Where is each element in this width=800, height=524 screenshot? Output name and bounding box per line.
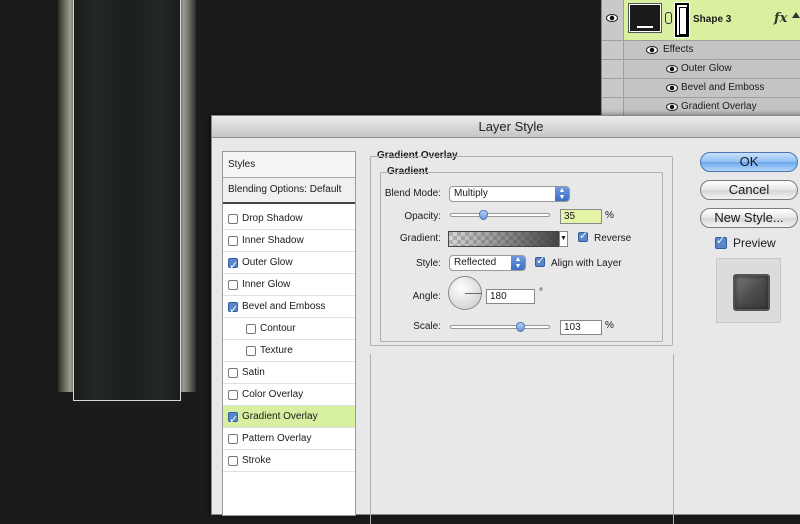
canvas-shape[interactable]	[73, 0, 181, 401]
preview-checkbox[interactable]	[715, 234, 727, 249]
align-with-layer-label: Align with Layer	[551, 258, 622, 269]
style-item-checkbox[interactable]	[228, 390, 238, 400]
style-item-color-overlay[interactable]: Color Overlay	[223, 384, 355, 406]
gradient-label: Gradient:	[399, 233, 441, 244]
scale-label: Scale:	[413, 321, 441, 332]
opacity-slider[interactable]	[450, 210, 550, 220]
style-item-bevel-and-emboss[interactable]: Bevel and Emboss	[223, 296, 355, 321]
gradient-overlay-settings: Gradient Overlay Gradient Blend Mode: Mu…	[370, 149, 674, 346]
effect-label: Outer Glow	[681, 63, 732, 74]
style-item-checkbox[interactable]	[228, 299, 238, 321]
blend-mode-value: Multiply	[454, 188, 488, 199]
style-item-label: Drop Shadow	[242, 213, 303, 224]
scroll-up-arrow-icon[interactable]	[792, 12, 800, 18]
style-item-label: Inner Glow	[242, 279, 291, 290]
style-item-checkbox[interactable]	[228, 255, 238, 277]
style-item-inner-glow[interactable]: Inner Glow	[223, 274, 355, 296]
blending-options-item[interactable]: Blending Options: Default	[223, 178, 355, 204]
style-item-label: Bevel and Emboss	[242, 301, 326, 312]
style-item-gradient-overlay[interactable]: Gradient Overlay	[223, 406, 355, 431]
preview-label: Preview	[733, 236, 776, 250]
dialog-title[interactable]: Layer Style	[212, 116, 800, 138]
reverse-label: Reverse	[594, 233, 632, 244]
style-item-label: Texture	[260, 345, 293, 356]
style-item-checkbox[interactable]	[246, 324, 256, 334]
fx-icon[interactable]: fx	[774, 11, 787, 26]
style-item-checkbox[interactable]	[228, 280, 238, 290]
angle-dial[interactable]	[448, 276, 482, 310]
style-item-stroke[interactable]: Stroke	[223, 450, 355, 472]
style-item-label: Outer Glow	[242, 257, 293, 268]
angle-input[interactable]: 180	[486, 289, 535, 304]
style-item-label: Color Overlay	[242, 389, 304, 400]
layer-thumbnail	[628, 3, 662, 33]
style-item-contour[interactable]: Contour	[223, 318, 355, 340]
style-item-label: Inner Shadow	[242, 235, 304, 246]
style-item-satin[interactable]: Satin	[223, 362, 355, 384]
effects-row[interactable]: Effects	[602, 41, 800, 60]
layer-row-shape[interactable]: Shape 3 fx	[602, 0, 800, 41]
layers-panel: Shape 3 fx Effects Outer Glow Bevel and …	[601, 0, 800, 117]
layer-name: Shape 3	[693, 14, 732, 25]
effect-eye-icon[interactable]	[666, 103, 678, 111]
style-item-checkbox[interactable]	[228, 434, 238, 444]
style-label: Style:	[415, 258, 441, 269]
style-item-checkbox[interactable]	[228, 368, 238, 378]
blend-mode-label: Blend Mode:	[384, 188, 441, 199]
styles-header[interactable]: Styles	[223, 152, 355, 178]
opacity-unit: %	[605, 210, 614, 221]
effect-row-outer-glow[interactable]: Outer Glow	[602, 60, 800, 79]
align-with-layer-checkbox[interactable]	[535, 254, 545, 267]
style-value: Reflected	[454, 257, 497, 268]
visibility-eye-icon[interactable]	[606, 14, 618, 22]
style-item-checkbox[interactable]	[228, 214, 238, 224]
style-item-texture[interactable]: Texture	[223, 340, 355, 362]
scale-slider[interactable]	[450, 322, 550, 332]
style-select[interactable]: Reflected ▲ ▼	[449, 255, 526, 271]
style-item-label: Satin	[242, 367, 265, 378]
scale-unit: %	[605, 320, 614, 331]
style-item-label: Gradient Overlay	[242, 411, 318, 422]
style-item-checkbox[interactable]	[246, 346, 256, 356]
blend-mode-select[interactable]: Multiply ▲ ▼	[449, 186, 570, 202]
style-item-checkbox[interactable]	[228, 456, 238, 466]
dropdown-arrows-icon: ▲ ▼	[555, 187, 569, 201]
opacity-input[interactable]: 35	[560, 209, 602, 224]
scale-input[interactable]: 103	[560, 320, 602, 335]
link-icon[interactable]	[665, 12, 672, 24]
angle-label: Angle:	[412, 291, 441, 302]
layer-style-dialog: Layer Style Styles Blending Options: Def…	[211, 115, 800, 524]
gradient-picker-arrow-icon[interactable]: ▼	[559, 231, 568, 247]
opacity-label: Opacity:	[404, 211, 441, 222]
gradient-swatch[interactable]	[448, 231, 559, 247]
effect-label: Bevel and Emboss	[681, 82, 765, 93]
vector-mask-thumbnail	[675, 3, 689, 37]
style-item-pattern-overlay[interactable]: Pattern Overlay	[223, 428, 355, 450]
styles-list: Styles Blending Options: Default Drop Sh…	[222, 151, 356, 516]
style-item-outer-glow[interactable]: Outer Glow	[223, 252, 355, 277]
effect-eye-icon[interactable]	[666, 65, 678, 73]
style-item-label: Pattern Overlay	[242, 433, 312, 444]
style-item-inner-shadow[interactable]: Inner Shadow	[223, 230, 355, 252]
angle-unit: °	[539, 287, 543, 298]
settings-lower-area	[370, 354, 674, 524]
style-item-label: Contour	[260, 323, 296, 334]
style-item-label: Stroke	[242, 455, 271, 466]
effect-row-bevel-emboss[interactable]: Bevel and Emboss	[602, 79, 800, 98]
style-item-drop-shadow[interactable]: Drop Shadow	[223, 208, 355, 230]
effect-eye-icon[interactable]	[666, 84, 678, 92]
style-item-checkbox[interactable]	[228, 409, 238, 431]
dropdown-arrows-icon: ▲ ▼	[511, 256, 525, 270]
cancel-button[interactable]: Cancel	[700, 180, 798, 200]
effects-eye-icon[interactable]	[646, 46, 658, 54]
style-preview-thumbnail	[716, 258, 781, 323]
reverse-checkbox[interactable]	[578, 229, 588, 242]
ok-button[interactable]: OK	[700, 152, 798, 172]
effect-label: Gradient Overlay	[681, 101, 757, 112]
style-item-checkbox[interactable]	[228, 236, 238, 246]
new-style-button[interactable]: New Style...	[700, 208, 798, 228]
effects-label: Effects	[663, 44, 694, 55]
